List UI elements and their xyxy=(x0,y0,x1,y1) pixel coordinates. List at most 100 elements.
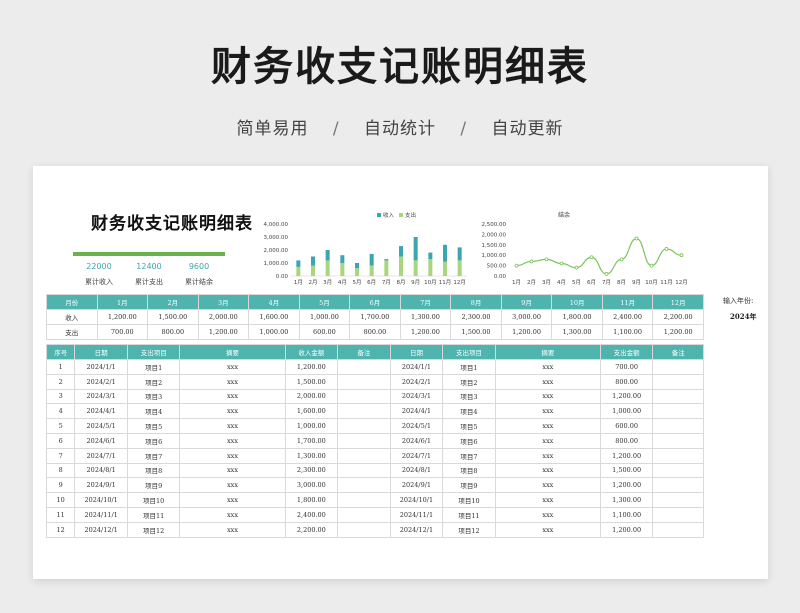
table-cell[interactable]: xxx xyxy=(179,359,286,375)
table-cell[interactable]: 2,400.00 xyxy=(284,506,339,523)
table-cell[interactable]: 2024/2/1 xyxy=(389,373,444,390)
table-cell[interactable]: 项目3 xyxy=(126,388,181,405)
table-cell[interactable] xyxy=(652,492,704,508)
table-cell[interactable]: xxx xyxy=(494,462,601,479)
table-cell[interactable]: 2024/6/1 xyxy=(389,432,444,449)
table-cell[interactable]: 1,100.00 xyxy=(599,506,654,523)
table-cell[interactable]: 1,800.00 xyxy=(551,309,603,325)
table-cell[interactable]: 1,200.00 xyxy=(599,447,654,464)
table-cell[interactable]: 项目9 xyxy=(442,477,496,494)
table-cell[interactable]: 1,600.00 xyxy=(248,309,300,325)
table-cell[interactable]: 2024/9/1 xyxy=(389,477,444,494)
table-cell[interactable] xyxy=(652,418,704,434)
table-cell[interactable]: 700.00 xyxy=(599,359,654,375)
table-cell[interactable]: 11 xyxy=(45,506,76,523)
table-cell[interactable]: 1,200.00 xyxy=(599,388,654,405)
table-cell[interactable]: 2024/8/1 xyxy=(389,462,444,479)
table-cell[interactable]: xxx xyxy=(494,521,601,538)
table-cell[interactable]: 1,000.00 xyxy=(599,403,654,420)
table-cell[interactable]: 8 xyxy=(45,462,76,479)
table-cell[interactable]: 2024/7/1 xyxy=(389,447,444,464)
table-cell[interactable]: 1,500.00 xyxy=(147,309,199,325)
table-cell[interactable]: xxx xyxy=(494,432,601,449)
sheet-title[interactable]: 财务收支记账明细表 xyxy=(91,209,253,234)
table-cell[interactable]: 800.00 xyxy=(349,324,401,340)
table-cell[interactable]: 项目6 xyxy=(126,432,181,449)
table-cell[interactable]: xxx xyxy=(494,447,601,464)
income-expense-chart[interactable]: 0.00 1,000.00 2,000.00 3,000.00 4,000.00 1月 2月… xyxy=(255,210,473,292)
table-cell[interactable]: 项目1 xyxy=(442,359,496,375)
table-cell[interactable]: 2024/8/1 xyxy=(74,462,128,479)
table-cell[interactable]: 支出 xyxy=(46,324,98,340)
table-cell[interactable]: 1,500.00 xyxy=(599,462,654,479)
table-cell[interactable]: 2024/5/1 xyxy=(74,418,128,434)
table-cell[interactable]: xxx xyxy=(494,492,601,508)
table-cell[interactable]: 2024/10/1 xyxy=(389,492,444,508)
table-cell[interactable] xyxy=(652,388,704,405)
table-cell[interactable]: xxx xyxy=(494,373,601,390)
table-cell[interactable]: xxx xyxy=(179,492,286,508)
table-cell[interactable]: 2024/10/1 xyxy=(74,492,128,508)
table-cell[interactable]: 2024/11/1 xyxy=(74,506,128,523)
table-cell[interactable]: 2024/3/1 xyxy=(389,388,444,405)
table-cell[interactable]: 2,300.00 xyxy=(450,309,502,325)
table-cell[interactable]: 1,300.00 xyxy=(599,492,654,508)
table-cell[interactable]: 项目8 xyxy=(126,462,181,479)
table-cell[interactable]: 项目6 xyxy=(442,432,496,449)
table-cell[interactable]: 600.00 xyxy=(298,324,351,340)
table-cell[interactable]: 2 xyxy=(45,373,76,390)
table-cell[interactable]: 2,000.00 xyxy=(284,388,339,405)
table-cell[interactable]: 6 xyxy=(45,432,76,449)
column-header[interactable]: 4月 xyxy=(248,294,300,310)
table-cell[interactable] xyxy=(337,403,391,420)
table-cell[interactable]: 1,200.00 xyxy=(197,324,250,340)
table-cell[interactable]: 项目4 xyxy=(442,403,496,420)
column-header[interactable]: 序号 xyxy=(45,344,76,360)
table-cell[interactable]: xxx xyxy=(494,506,601,523)
table-cell[interactable]: 2024/2/1 xyxy=(74,373,128,390)
table-cell[interactable]: 2024/7/1 xyxy=(74,447,128,464)
table-cell[interactable]: 1,000.00 xyxy=(298,309,351,325)
column-header[interactable]: 3月 xyxy=(197,294,250,310)
table-cell[interactable]: 800.00 xyxy=(599,373,654,390)
table-cell[interactable]: 2024/1/1 xyxy=(74,359,128,375)
table-cell[interactable]: 2024/6/1 xyxy=(74,432,128,449)
table-cell[interactable]: 2024/1/1 xyxy=(389,359,444,375)
table-cell[interactable]: 2024/11/1 xyxy=(389,506,444,523)
column-header[interactable]: 收入金额 xyxy=(284,344,339,360)
table-cell[interactable] xyxy=(652,462,704,479)
table-cell[interactable] xyxy=(652,506,704,523)
table-cell[interactable]: 项目11 xyxy=(126,506,181,523)
column-header[interactable]: 8月 xyxy=(450,294,502,310)
table-cell[interactable]: 1,200.00 xyxy=(500,324,553,340)
table-cell[interactable]: 项目12 xyxy=(126,521,181,538)
table-cell[interactable]: xxx xyxy=(494,477,601,494)
table-cell[interactable] xyxy=(337,359,391,375)
table-cell[interactable] xyxy=(337,373,391,390)
column-header[interactable]: 支出项目 xyxy=(126,344,181,360)
table-cell[interactable]: xxx xyxy=(179,477,286,494)
table-cell[interactable]: 项目9 xyxy=(126,477,181,494)
table-cell[interactable] xyxy=(337,492,391,508)
table-cell[interactable]: 项目5 xyxy=(126,418,181,434)
table-cell[interactable] xyxy=(652,359,704,375)
table-cell[interactable]: 700.00 xyxy=(96,324,149,340)
table-cell[interactable] xyxy=(652,447,704,464)
table-cell[interactable]: 600.00 xyxy=(599,418,654,434)
table-cell[interactable]: 收入 xyxy=(46,309,98,325)
table-cell[interactable]: 1,200.00 xyxy=(599,477,654,494)
table-cell[interactable]: xxx xyxy=(179,418,286,434)
table-cell[interactable]: 2,000.00 xyxy=(197,309,250,325)
table-cell[interactable] xyxy=(337,432,391,449)
table-cell[interactable] xyxy=(337,462,391,479)
table-cell[interactable]: xxx xyxy=(179,462,286,479)
table-cell[interactable]: 1,200.00 xyxy=(599,521,654,538)
table-cell[interactable]: xxx xyxy=(179,403,286,420)
table-cell[interactable]: 项目10 xyxy=(126,492,181,508)
table-cell[interactable]: 800.00 xyxy=(599,432,654,449)
table-cell[interactable] xyxy=(337,418,391,434)
column-header[interactable]: 11月 xyxy=(601,294,654,310)
column-header[interactable]: 2月 xyxy=(147,294,199,310)
table-cell[interactable]: xxx xyxy=(494,359,601,375)
table-cell[interactable]: 3,000.00 xyxy=(500,309,553,325)
